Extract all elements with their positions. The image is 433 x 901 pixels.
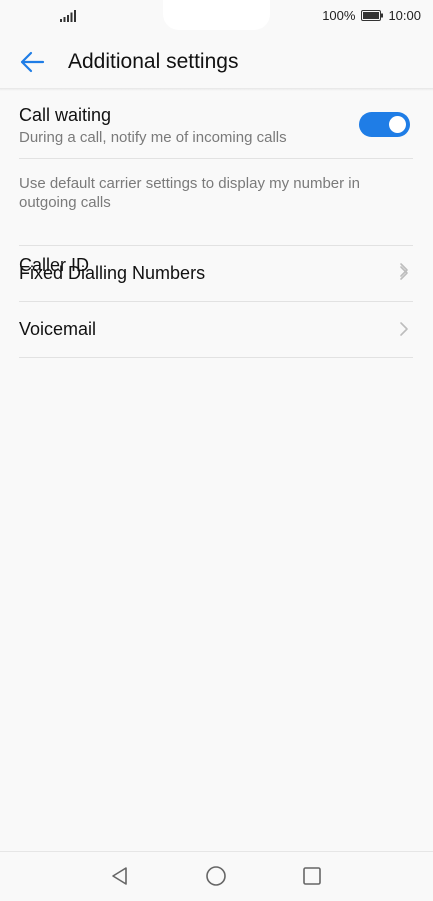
recents-square-icon[interactable]	[300, 864, 324, 888]
app-bar: Additional settings	[0, 34, 433, 90]
status-indicators: 100% 10:00	[322, 8, 421, 23]
clock: 10:00	[388, 8, 421, 23]
battery-icon	[361, 10, 384, 21]
status-bar: 100% 10:00	[0, 0, 433, 34]
toggle-knob	[389, 116, 406, 133]
setting-subtitle: During a call, notify me of incoming cal…	[19, 129, 287, 146]
battery-percent: 100%	[322, 8, 356, 23]
setting-caller-id[interactable]: Caller ID Use default carrier settings t…	[19, 159, 413, 277]
setting-title: Voicemail	[19, 319, 97, 339]
setting-call-waiting[interactable]: Call waiting During a call, notify me of…	[19, 91, 413, 159]
home-circle-icon[interactable]	[204, 864, 228, 888]
setting-fixed-dialling-numbers[interactable]: Fixed Dialling Numbers	[19, 246, 413, 302]
call-waiting-toggle[interactable]	[359, 112, 410, 137]
settings-list: Call waiting During a call, notify me of…	[19, 91, 413, 358]
setting-title: Fixed Dialling Numbers	[19, 263, 206, 283]
setting-title: Call waiting	[19, 105, 112, 125]
navigation-bar	[0, 851, 433, 901]
back-button[interactable]	[14, 46, 50, 78]
chevron-right-icon	[400, 266, 408, 280]
signal-icon	[60, 10, 76, 22]
display-notch	[163, 0, 270, 30]
setting-voicemail[interactable]: Voicemail	[19, 302, 413, 358]
page-title: Additional settings	[68, 50, 239, 73]
back-triangle-icon[interactable]	[108, 864, 132, 888]
back-arrow-icon	[20, 51, 45, 73]
setting-text: Caller ID Use default carrier settings t…	[19, 173, 389, 275]
setting-subtitle: Use default carrier settings to display …	[19, 175, 360, 211]
chevron-right-icon	[400, 322, 408, 336]
